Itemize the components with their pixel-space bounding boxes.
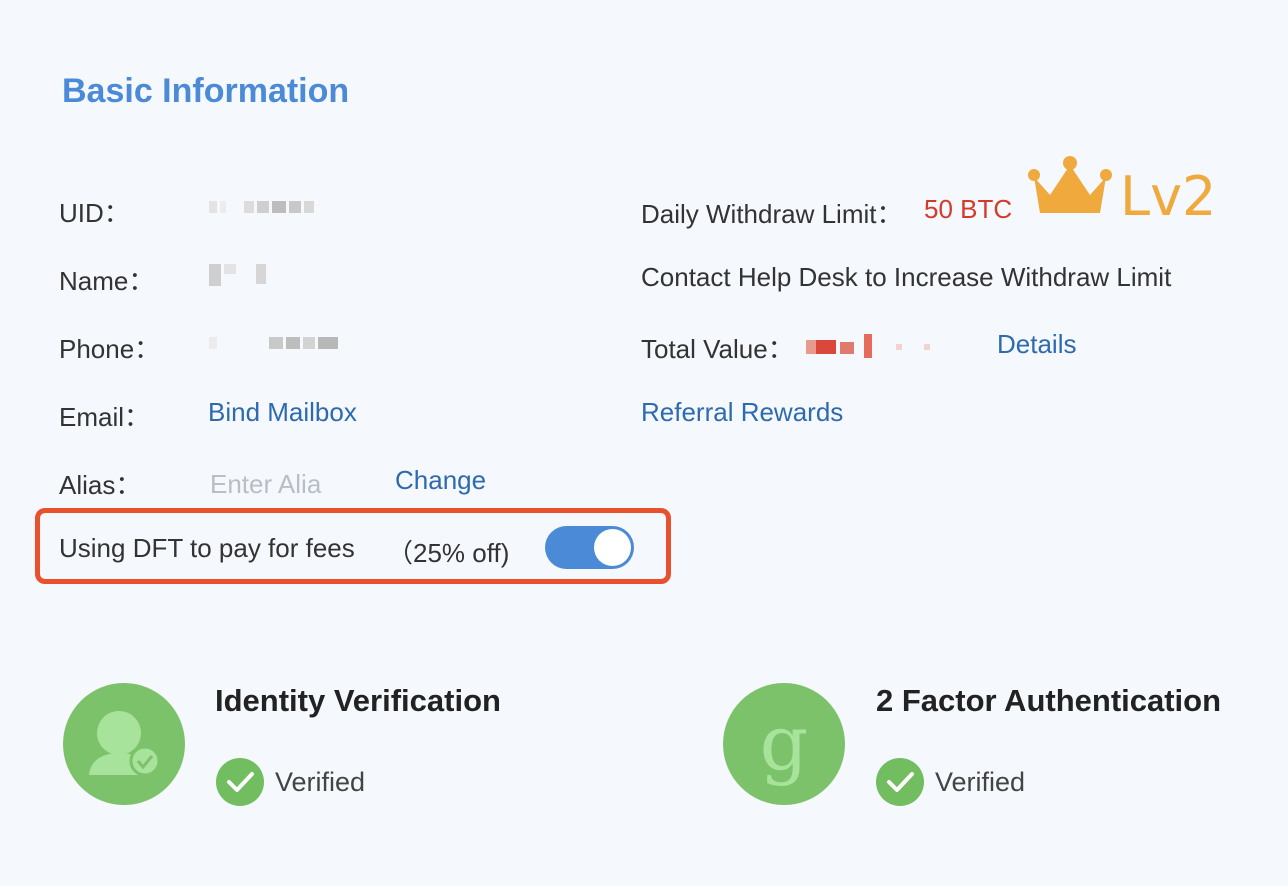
name-value-redacted bbox=[209, 264, 269, 286]
svg-text:g: g bbox=[760, 698, 809, 787]
identity-avatar-icon bbox=[63, 683, 185, 805]
uid-label: UID： bbox=[59, 198, 130, 228]
twofa-card-title: 2 Factor Authentication bbox=[876, 683, 1222, 718]
crown-icon bbox=[1028, 156, 1112, 213]
total-value-redacted bbox=[806, 334, 933, 358]
level-badge: Lv2 bbox=[1120, 165, 1217, 228]
fee-discount: （25% off) bbox=[387, 538, 510, 568]
referral-rewards-link[interactable]: Referral Rewards bbox=[641, 397, 843, 428]
name-label: Name： bbox=[59, 266, 155, 296]
identity-card-title: Identity Verification bbox=[215, 683, 501, 718]
fee-label: Using DFT to pay for fees bbox=[59, 533, 355, 563]
bind-mailbox-link[interactable]: Bind Mailbox bbox=[208, 397, 357, 428]
uid-value-redacted bbox=[209, 201, 317, 215]
phone-value-redacted bbox=[209, 337, 341, 351]
increase-limit-text: Contact Help Desk to Increase Withdraw L… bbox=[641, 262, 1172, 292]
total-value-label: Total Value： bbox=[641, 334, 794, 364]
google-authenticator-icon: g bbox=[723, 683, 845, 805]
identity-status: Verified bbox=[275, 767, 366, 797]
alias-input[interactable]: Enter Alia bbox=[210, 469, 321, 500]
withdraw-limit-label: Daily Withdraw Limit： bbox=[641, 199, 903, 229]
toggle-knob bbox=[594, 529, 631, 566]
twofa-status: Verified bbox=[935, 767, 1026, 797]
fee-toggle[interactable] bbox=[545, 526, 634, 569]
details-link[interactable]: Details bbox=[997, 329, 1076, 360]
phone-label: Phone： bbox=[59, 334, 161, 364]
alias-change-link[interactable]: Change bbox=[395, 465, 486, 496]
email-label: Email： bbox=[59, 402, 151, 432]
withdraw-limit-value: 50 BTC bbox=[924, 194, 1013, 224]
twofa-check-icon bbox=[876, 758, 924, 806]
identity-check-icon bbox=[216, 758, 264, 806]
section-title: Basic Information bbox=[62, 72, 350, 110]
alias-label: Alias： bbox=[59, 470, 142, 500]
